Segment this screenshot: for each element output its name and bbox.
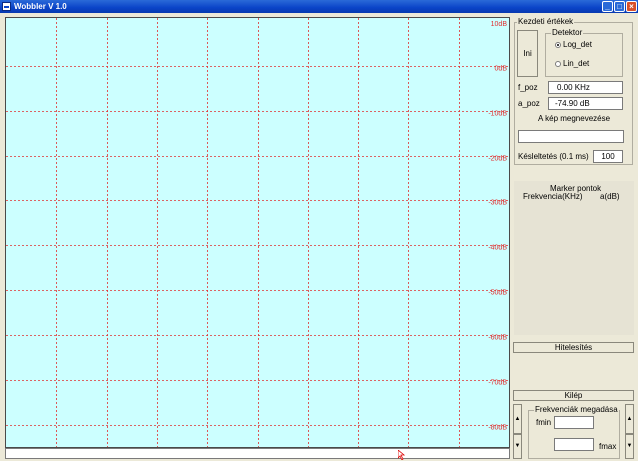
kilep-button[interactable]: Kilép <box>513 390 634 401</box>
right-spin-down-icon[interactable]: ▼ <box>625 434 634 459</box>
db-tick-label: -70dB <box>488 380 507 387</box>
a-poz-field[interactable]: -74.90 dB <box>548 97 623 110</box>
kep-megnevezese-field[interactable] <box>518 130 624 143</box>
fmin-field[interactable] <box>554 416 594 429</box>
db-tick-label: 0dB <box>495 66 508 73</box>
db-tick-label: -80dB <box>488 425 507 432</box>
left-spin-up-icon[interactable]: ▲ <box>513 404 522 434</box>
left-spin-down-icon[interactable]: ▼ <box>513 434 522 459</box>
fmax-field[interactable] <box>554 438 594 451</box>
db-tick-label: -20dB <box>488 156 507 163</box>
kep-megnevezese-label: A kép megnevezése <box>538 114 611 123</box>
db-tick-label: -40dB <box>488 245 507 252</box>
right-spin-up-icon[interactable]: ▲ <box>625 404 634 434</box>
window-title: Wobbler V 1.0 <box>14 2 67 11</box>
fmin-label: fmin <box>536 418 552 427</box>
app-icon[interactable] <box>2 2 11 11</box>
hitelesites-button[interactable]: Hitelesítés <box>513 342 634 353</box>
marker-col-frequency: Frekvencia(KHz) <box>523 192 583 201</box>
kesleltetes-label: Késleltetés (0.1 ms) <box>518 152 589 161</box>
db-tick-label: -60dB <box>488 335 507 342</box>
fmax-label: fmax <box>599 442 617 451</box>
kesleltetes-field[interactable]: 100 <box>593 150 623 163</box>
kezdeti-ertekek-label: Kezdeti értékek <box>517 17 575 26</box>
f-poz-field[interactable]: 0.00 KHz <box>548 81 623 94</box>
db-tick-label: -30dB <box>488 200 507 207</box>
f-poz-label: f_poz <box>518 83 538 92</box>
a-poz-label: a_poz <box>518 99 540 108</box>
db-tick-label: 10dB <box>491 21 508 28</box>
db-tick-label: -10dB <box>488 111 507 118</box>
marker-panel <box>514 181 634 335</box>
minimize-icon[interactable]: _ <box>602 1 613 12</box>
marker-col-db: a(dB) <box>600 192 620 201</box>
spectrum-plot[interactable]: 10dB 0dB -10dB -20dB -30dB -40dB -50dB -60dB -70… <box>5 17 510 448</box>
log-det-radio[interactable] <box>555 42 561 48</box>
lin-det-label: Lin_det <box>563 59 590 68</box>
mouse-cursor-icon <box>398 450 406 460</box>
lin-det-radio[interactable] <box>555 61 561 67</box>
ini-button[interactable]: Ini <box>517 30 538 77</box>
detektor-label: Detektor <box>551 28 584 37</box>
plot-grid: 10dB 0dB -10dB -20dB -30dB -40dB -50dB -60dB -70… <box>6 18 509 447</box>
title-bar <box>0 0 638 13</box>
db-tick-label: -50dB <box>488 290 507 297</box>
frekvenciak-label: Frekvenciák megadása <box>534 405 619 414</box>
close-icon[interactable]: × <box>626 1 637 12</box>
horizontal-scrollbar[interactable] <box>5 448 510 459</box>
maximize-icon[interactable]: □ <box>614 1 625 12</box>
log-det-label: Log_det <box>563 40 592 49</box>
